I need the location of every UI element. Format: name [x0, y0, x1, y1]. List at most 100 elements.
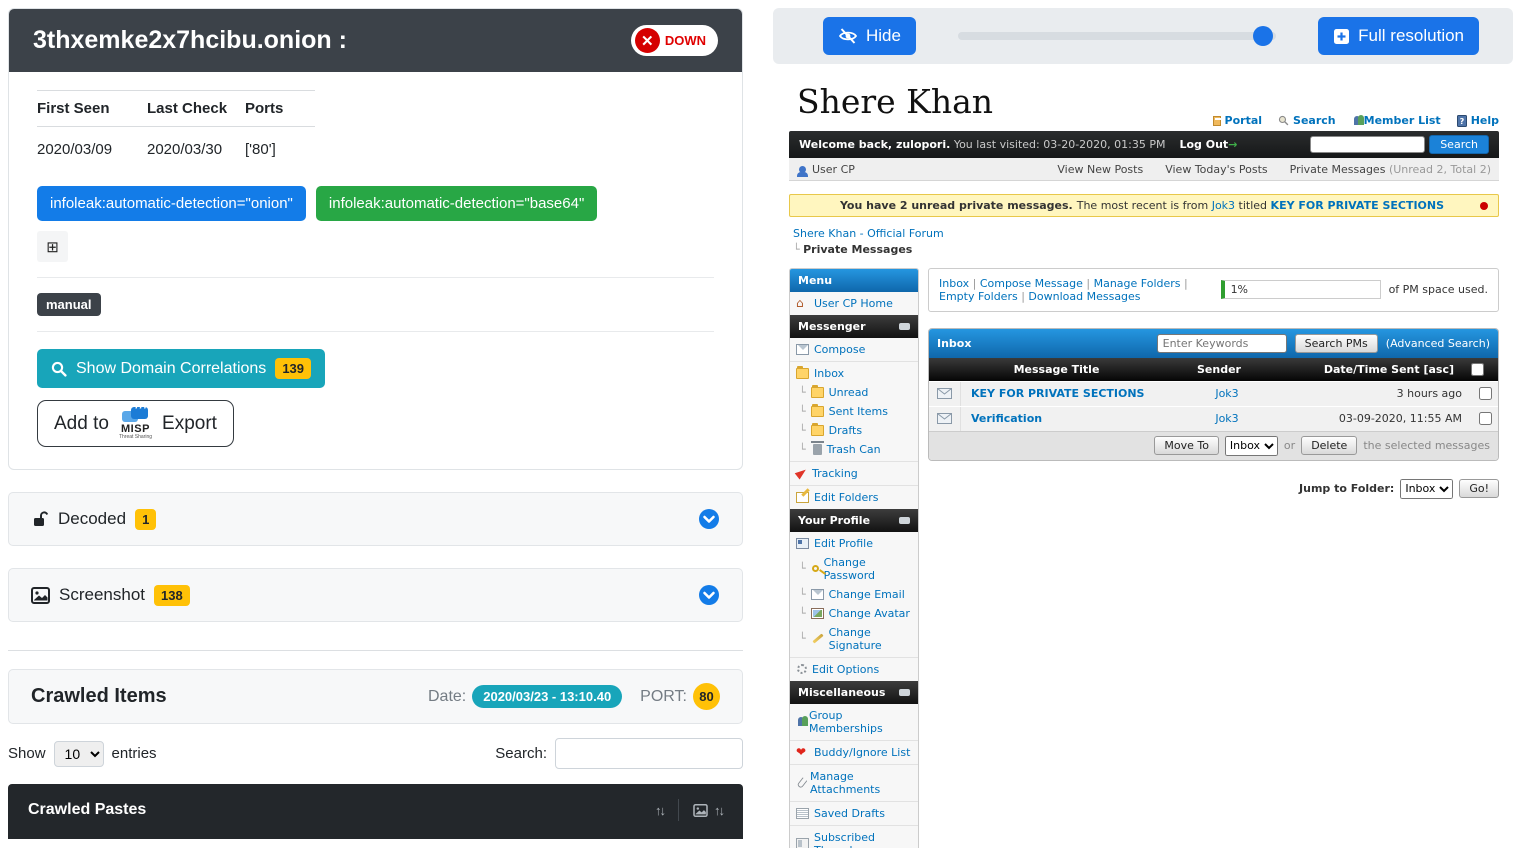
- pm-title-link: KEY FOR PRIVATE SECTIONS: [961, 387, 1152, 400]
- jump-to-folder-row: Jump to Folder: Inbox Go!: [928, 479, 1499, 499]
- user-icon: [799, 166, 806, 173]
- status-label: DOWN: [665, 33, 706, 48]
- show-domain-correlations-button[interactable]: Show Domain Correlations 139: [37, 349, 325, 388]
- first-seen-value: 2020/03/09: [37, 127, 147, 165]
- view-new-posts-link: View New Posts: [1057, 163, 1143, 176]
- chevron-down-icon[interactable]: [698, 508, 720, 530]
- avatar-icon: [811, 608, 824, 619]
- pm-space-meter: 1%: [1221, 280, 1381, 299]
- zoom-slider[interactable]: [958, 26, 1276, 46]
- bell-icon: [1213, 116, 1221, 126]
- domain-body: First Seen Last Check Ports 2020/03/09 2…: [9, 72, 742, 469]
- domain-header: 3thxemke2x7hcibu.onion : ✕ DOWN: [9, 9, 742, 72]
- sort-icon[interactable]: ↑↓: [714, 803, 723, 818]
- screenshot-preview-panel: Hide Full resolution Shere Khan Portal S…: [773, 8, 1513, 848]
- tag-infoleak-onion[interactable]: infoleak:automatic-detection="onion": [37, 186, 306, 221]
- pm-date: 3 hours ago: [1302, 387, 1472, 400]
- screenshot-section[interactable]: Screenshot 138: [8, 568, 743, 622]
- home-icon: ⌂: [796, 298, 809, 309]
- forum-breadcrumb: Shere Khan - Official Forum └ Private Me…: [793, 226, 1499, 258]
- sidebar-item-subscribed-threads: Subscribed Threads: [790, 825, 918, 848]
- domain-title: 3thxemke2x7hcibu.onion :: [33, 26, 631, 55]
- domain-card: 3thxemke2x7hcibu.onion : ✕ DOWN First Se…: [8, 8, 743, 470]
- sidebar-item-edit-folders: Edit Folders: [790, 485, 918, 507]
- sidebar-item-buddy-ignore-list: ❤Buddy/Ignore List: [790, 740, 918, 762]
- unread-pm-notice: You have 2 unread private messages. The …: [789, 194, 1499, 217]
- pm-sender-link: Jok3: [1152, 412, 1302, 425]
- col-first-seen: First Seen: [37, 91, 147, 127]
- help-link: ?Help: [1457, 114, 1499, 127]
- document-icon: [796, 808, 809, 819]
- hide-button[interactable]: Hide: [823, 17, 916, 55]
- crawled-pastes-title: Crawled Pastes: [28, 801, 655, 819]
- ports-value: ['80']: [245, 127, 315, 165]
- forum-nav: Portal Search Member List ?Help: [1212, 114, 1499, 131]
- sidebar-item-edit-profile: Edit Profile: [790, 534, 918, 553]
- move-to-button: Move To: [1154, 436, 1219, 455]
- pm-sender-link: Jok3: [1152, 387, 1302, 400]
- hide-label: Hide: [866, 26, 901, 46]
- tag-manual[interactable]: manual: [37, 293, 101, 316]
- folder-icon: [811, 387, 824, 398]
- inbox-columns-header: Message Title Sender Date/Time Sent [asc…: [929, 358, 1498, 381]
- pm-date: 03-09-2020, 11:55 AM: [1302, 412, 1472, 425]
- pm-title-link: Verification: [961, 412, 1152, 425]
- pm-select-checkbox: [1479, 387, 1492, 400]
- preview-controls-bar: Hide Full resolution: [773, 8, 1513, 64]
- sort-icon[interactable]: ↑↓: [655, 803, 664, 818]
- inbox-title: Inbox: [937, 337, 1149, 350]
- welcome-text: Welcome back, zulopori.: [799, 138, 950, 151]
- pm-space-suffix: of PM space used.: [1389, 283, 1488, 296]
- threads-icon: [796, 838, 809, 848]
- search-input[interactable]: [555, 738, 743, 769]
- inbox-actions-footer: Move To Inbox or Delete the selected mes…: [929, 431, 1498, 460]
- forum-logo: Shere Khan: [789, 78, 1212, 131]
- full-resolution-button[interactable]: Full resolution: [1318, 17, 1479, 55]
- domain-info-table: First Seen Last Check Ports 2020/03/09 2…: [37, 90, 315, 164]
- sidebar-item-saved-drafts: Saved Drafts: [790, 801, 918, 823]
- pm-select-checkbox: [1479, 412, 1492, 425]
- sidebar-header-your-profile: Your Profile: [790, 509, 918, 532]
- notice-title-link: KEY FOR PRIVATE SECTIONS: [1271, 199, 1444, 212]
- keywords-input: [1157, 334, 1287, 353]
- domain-panel: 3thxemke2x7hcibu.onion : ✕ DOWN First Se…: [8, 8, 743, 848]
- port-value-badge[interactable]: 80: [693, 683, 720, 710]
- envelope-icon: [811, 589, 824, 600]
- inbox-link: Inbox: [939, 277, 969, 290]
- chevron-down-icon[interactable]: [698, 584, 720, 606]
- search-pms-button: Search PMs: [1295, 334, 1378, 353]
- sidebar-item-group-memberships: Group Memberships: [790, 706, 918, 738]
- date-value-badge[interactable]: 2020/03/23 - 13:10.40: [472, 685, 622, 708]
- slider-track[interactable]: [958, 32, 1276, 40]
- collapse-icon: [899, 323, 910, 330]
- decoded-count-badge: 1: [135, 509, 156, 530]
- col-ports: Ports: [245, 91, 315, 127]
- tag-infoleak-base64[interactable]: infoleak:automatic-detection="base64": [316, 186, 597, 221]
- add-tag-button[interactable]: ⊞: [37, 231, 68, 262]
- sidebar-header-menu: Menu: [790, 269, 918, 292]
- image-icon: [31, 587, 50, 604]
- sidebar-item-edit-options: Edit Options: [790, 657, 918, 679]
- empty-folders-link: Empty Folders: [939, 290, 1018, 303]
- selected-messages-text: the selected messages: [1363, 439, 1490, 452]
- entries-select[interactable]: 10: [54, 741, 104, 767]
- column-message-title: Message Title: [969, 363, 1144, 376]
- signature-icon: [812, 634, 823, 644]
- forum-search-button: Search: [1429, 135, 1489, 154]
- pm-envelope-icon: [937, 413, 952, 424]
- pm-row: KEY FOR PRIVATE SECTIONS Jok3 3 hours ag…: [929, 381, 1498, 406]
- crawled-pastes-header: Crawled Pastes ↑↓ ↑↓: [8, 784, 743, 839]
- slider-thumb[interactable]: [1253, 26, 1273, 46]
- trash-icon: [813, 444, 822, 455]
- search-icon: [1278, 115, 1289, 126]
- decoded-section[interactable]: Decoded 1: [8, 492, 743, 546]
- table-row: 2020/03/09 2020/03/30 ['80']: [37, 127, 315, 165]
- sidebar-item-tracking: Tracking: [790, 461, 918, 483]
- misp-export-button[interactable]: Add to MISP Threat Sharing Export: [37, 400, 234, 447]
- key-icon: [812, 565, 819, 572]
- sidebar-item-change-password: └Change Password: [790, 553, 918, 585]
- select-all-checkbox: [1471, 363, 1484, 376]
- portal-link: Portal: [1212, 114, 1263, 127]
- plus-icon: ⊞: [46, 238, 59, 256]
- misp-logo-subtitle: Threat Sharing: [119, 435, 152, 440]
